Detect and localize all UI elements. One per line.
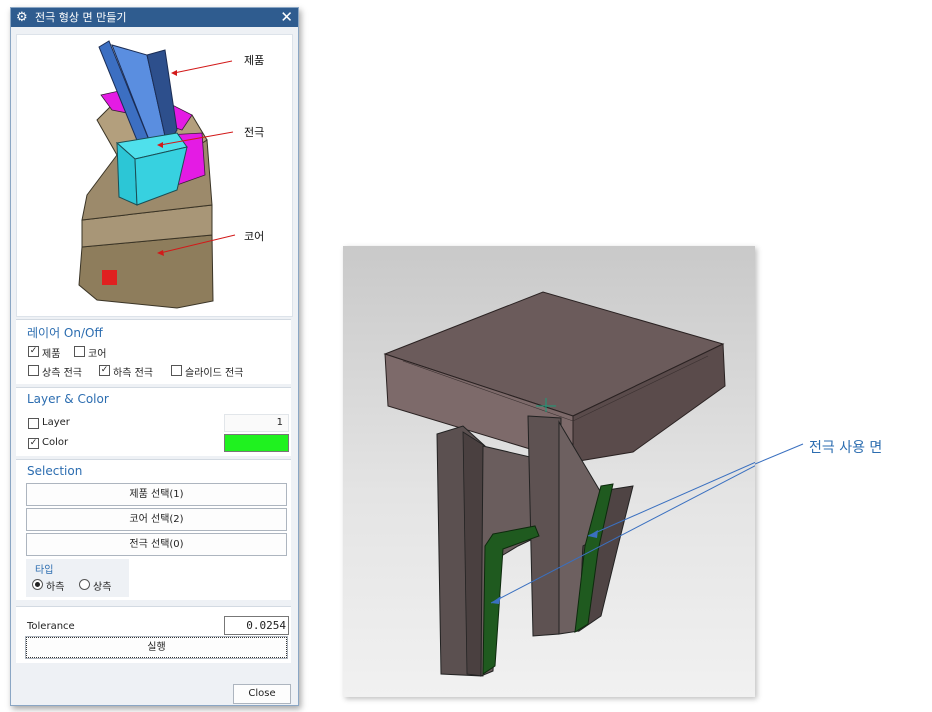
layer-onoff-section: 레이어 On/Off ✓ 제품 코어 상측 전극 ✓ 하측 전극 슬라이드 전극 [16, 319, 291, 384]
annotation-electrode-face: 전극 사용 면 [809, 440, 883, 456]
checkbox-core[interactable] [74, 346, 85, 357]
radio-lower[interactable] [32, 579, 43, 590]
select-core-button[interactable]: 코어 선택(2) [26, 508, 287, 531]
dialog-body: 제품 전극 코어 레이어 On/Off ✓ 제품 코어 상측 전극 ✓ 하측 전… [11, 27, 298, 705]
layer-color-title: Layer & Color [27, 392, 109, 406]
select-product-button[interactable]: 제품 선택(1) [26, 483, 287, 506]
type-group: 타입 하측 상측 [26, 559, 129, 597]
label-electrode: 전극 [244, 126, 264, 139]
checkbox-product-label: 제품 [42, 349, 61, 360]
checkbox-lower-electrode-label: 하측 전극 [113, 368, 153, 379]
checkbox-upper-electrode[interactable] [28, 365, 39, 376]
close-button[interactable]: Close [233, 684, 291, 704]
checkbox-slide-electrode[interactable] [171, 365, 182, 376]
dialog-titlebar[interactable]: ⚙ 전극 형상 면 만들기 ✕ [11, 8, 298, 27]
checkbox-color-label: Color [42, 437, 69, 448]
label-core: 코어 [244, 230, 264, 243]
tolerance-value: 0.0254 [246, 619, 286, 632]
layer-color-section: Layer & Color Layer 1 ✓ Color [16, 387, 291, 456]
layer-number-value: 1 [276, 417, 283, 428]
close-icon[interactable]: ✕ [280, 8, 293, 27]
radio-lower-label: 하측 [46, 582, 65, 593]
mold-illustration: 제품 전극 코어 [78, 40, 264, 309]
tolerance-input[interactable]: 0.0254 [224, 616, 289, 635]
preview-image: 제품 전극 코어 [16, 34, 293, 317]
run-button[interactable]: 실행 [25, 636, 288, 659]
select-electrode-button[interactable]: 전극 선택(0) [26, 533, 287, 556]
tolerance-label: Tolerance [27, 621, 75, 632]
type-group-title: 타입 [35, 565, 54, 576]
tolerance-section: Tolerance 0.0254 실행 [16, 606, 291, 663]
gear-icon: ⚙ [16, 10, 28, 25]
electrode-shape-dialog: ⚙ 전극 형상 면 만들기 ✕ 제품 전극 코어 레이어 On/Off ✓ 제품… [10, 7, 299, 706]
color-swatch[interactable] [224, 434, 289, 452]
checkbox-slide-electrode-label: 슬라이드 전극 [185, 368, 244, 379]
model-viewport[interactable] [343, 246, 800, 697]
radio-upper[interactable] [79, 579, 90, 590]
layer-onoff-title: 레이어 On/Off [27, 326, 103, 340]
layer-number-input[interactable]: 1 [224, 414, 289, 432]
dialog-title: 전극 형상 면 만들기 [35, 11, 127, 24]
selection-title: Selection [27, 464, 83, 478]
radio-upper-label: 상측 [93, 582, 112, 593]
electrode-3d-model [383, 291, 800, 677]
checkbox-core-label: 코어 [88, 349, 107, 360]
checkbox-upper-electrode-label: 상측 전극 [42, 368, 82, 379]
checkbox-layer[interactable] [28, 418, 39, 429]
checkbox-color[interactable]: ✓ [28, 438, 39, 449]
checkbox-product[interactable]: ✓ [28, 346, 39, 357]
selection-section: Selection 제품 선택(1) 코어 선택(2) 전극 선택(0) 타입 … [16, 459, 291, 600]
label-product: 제품 [244, 54, 264, 67]
checkbox-lower-electrode[interactable]: ✓ [99, 365, 110, 376]
annotation-leader [755, 443, 804, 465]
checkbox-layer-label: Layer [42, 417, 70, 428]
